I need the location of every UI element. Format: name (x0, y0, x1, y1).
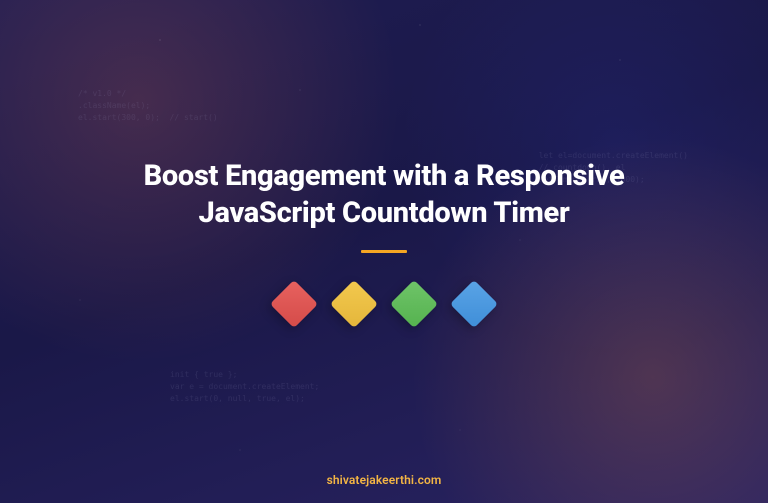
title-underline-accent (361, 250, 407, 253)
diamond-icon-red (270, 280, 318, 328)
title-line-2: JavaScript Countdown Timer (80, 195, 688, 232)
page-title: Boost Engagement with a Responsive JavaS… (80, 158, 688, 232)
diamond-row (80, 287, 688, 321)
footer-site-link[interactable]: shivatejakeerthi.com (0, 473, 768, 487)
diamond-icon-blue (450, 280, 498, 328)
diamond-icon-green (390, 280, 438, 328)
hero-section: Boost Engagement with a Responsive JavaS… (0, 158, 768, 321)
title-line-1: Boost Engagement with a Responsive (144, 159, 625, 193)
diamond-icon-yellow (330, 280, 378, 328)
